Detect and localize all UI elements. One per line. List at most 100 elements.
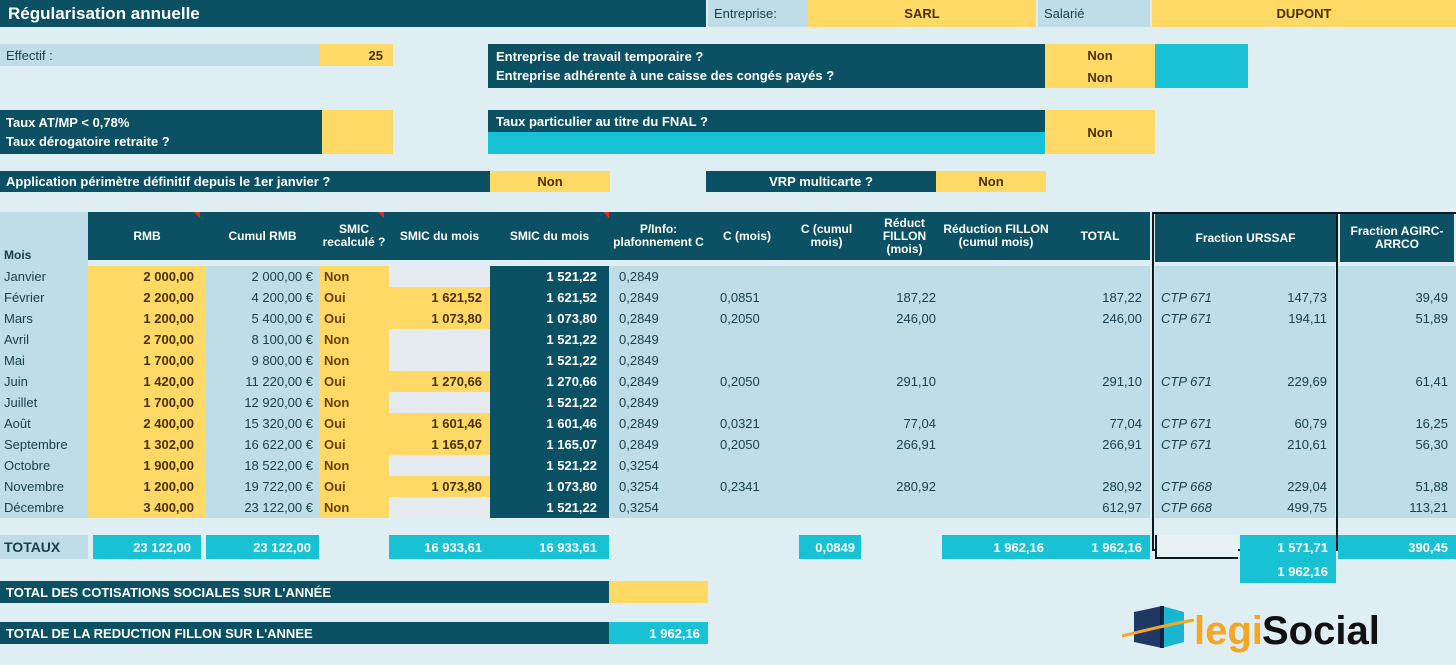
cell-smic-du-mois: 1 073,80 xyxy=(490,308,609,329)
cell-smic-du-mois-recalc: 1 073,80 xyxy=(389,308,490,329)
cell-c-mois: 0,0851 xyxy=(708,287,786,308)
cell-reduction-fillon-cumul xyxy=(942,497,1050,518)
perimetre-answer[interactable]: Non xyxy=(490,171,610,192)
cell-smic-du-mois-recalc xyxy=(389,455,490,476)
cell-rmb[interactable]: 2 000,00 xyxy=(88,266,206,287)
fnal-answer[interactable]: Non xyxy=(1045,110,1155,154)
cell-smic-recalcule[interactable]: Oui xyxy=(319,476,389,497)
cell-rmb[interactable]: 3 400,00 xyxy=(88,497,206,518)
effectif-label: Effectif : xyxy=(0,44,320,66)
cell-plafonnement-c: 0,2849 xyxy=(609,392,708,413)
col-header-reduct-fillon-mois: Réduct FILLON (mois) xyxy=(882,215,927,256)
cell-fraction-urssaf: 229,04 xyxy=(1240,476,1335,497)
cell-smic-recalcule[interactable]: Oui xyxy=(319,287,389,308)
cell-smic-recalcule[interactable]: Non xyxy=(319,350,389,371)
cell-smic-recalcule[interactable]: Oui xyxy=(319,371,389,392)
cell-rmb[interactable]: 2 200,00 xyxy=(88,287,206,308)
ett-spacer-teal xyxy=(1155,44,1248,88)
cell-c-mois: 0,2050 xyxy=(708,434,786,455)
cell-fraction-urssaf: 60,79 xyxy=(1240,413,1335,434)
cell-smic-recalcule[interactable]: Non xyxy=(319,455,389,476)
effectif-value[interactable]: 25 xyxy=(320,44,393,66)
cell-plafonnement-c: 0,2849 xyxy=(609,413,708,434)
col-header-mois: Mois xyxy=(4,247,32,262)
cell-fraction-urssaf: 210,61 xyxy=(1240,434,1335,455)
entreprise-label: Entreprise: xyxy=(708,0,808,27)
cell-smic-recalcule[interactable]: Non xyxy=(319,392,389,413)
cell-c-mois xyxy=(708,392,786,413)
cell-smic-du-mois-recalc: 1 270,66 xyxy=(389,371,490,392)
totaux-smic-mois: 16 933,61 xyxy=(490,535,609,559)
cell-smic-du-mois-recalc xyxy=(389,497,490,518)
cell-fraction-urssaf xyxy=(1240,392,1335,413)
cell-fraction-urssaf: 147,73 xyxy=(1240,287,1335,308)
cell-rmb[interactable]: 1 700,00 xyxy=(88,350,206,371)
cell-rmb[interactable]: 1 420,00 xyxy=(88,371,206,392)
cell-smic-recalcule[interactable]: Oui xyxy=(319,308,389,329)
cell-smic-du-mois: 1 521,22 xyxy=(490,392,609,413)
cell-cumul-rmb: 9 800,00 € xyxy=(206,350,319,371)
entreprise-value[interactable]: SARL xyxy=(808,0,1036,27)
cell-c-mois xyxy=(708,350,786,371)
cell-c-cumul xyxy=(786,371,867,392)
ett-answer-2[interactable]: Non xyxy=(1045,66,1155,88)
cell-c-mois: 0,2050 xyxy=(708,308,786,329)
cell-rmb[interactable]: 1 200,00 xyxy=(88,308,206,329)
cell-c-cumul xyxy=(786,434,867,455)
cell-cumul-rmb: 12 920,00 € xyxy=(206,392,319,413)
cell-fraction-urssaf xyxy=(1240,266,1335,287)
cell-plafonnement-c: 0,2849 xyxy=(609,371,708,392)
vrp-answer[interactable]: Non xyxy=(936,171,1046,192)
cell-month-name: Octobre xyxy=(0,455,88,476)
vrp-label: VRP multicarte ? xyxy=(706,171,936,192)
totaux-reduction-fillon-cumul: 1 962,16 xyxy=(942,535,1050,559)
cell-smic-recalcule[interactable]: Oui xyxy=(319,434,389,455)
cell-reduct-fillon-mois: 77,04 xyxy=(867,413,942,434)
cell-ctp-code: CTP 668 xyxy=(1155,497,1240,518)
cell-cumul-rmb: 15 320,00 € xyxy=(206,413,319,434)
cell-rmb[interactable]: 1 302,00 xyxy=(88,434,206,455)
ett-question-1: Entreprise de travail temporaire ? xyxy=(496,49,704,64)
cell-month-name: Février xyxy=(0,287,88,308)
cell-month-name: Septembre xyxy=(0,434,88,455)
totaux-total: 1 962,16 xyxy=(1050,535,1150,559)
cell-smic-du-mois-recalc: 1 073,80 xyxy=(389,476,490,497)
cell-ctp-code: CTP 671 xyxy=(1155,413,1240,434)
cell-reduct-fillon-mois: 266,91 xyxy=(867,434,942,455)
cell-smic-du-mois-recalc: 1 621,52 xyxy=(389,287,490,308)
legisocial-logo-icon: legi Social xyxy=(1121,606,1380,653)
cell-smic-du-mois-recalc: 1 601,46 xyxy=(389,413,490,434)
ett-answer-1[interactable]: Non xyxy=(1045,44,1155,66)
cell-reduct-fillon-mois xyxy=(867,350,942,371)
comment-marker-icon xyxy=(378,212,384,218)
cell-rmb[interactable]: 2 400,00 xyxy=(88,413,206,434)
cell-fraction-urssaf xyxy=(1240,455,1335,476)
cell-smic-recalcule[interactable]: Non xyxy=(319,497,389,518)
atmp-answer[interactable] xyxy=(322,110,393,154)
cell-smic-recalcule[interactable]: Non xyxy=(319,329,389,350)
cell-total: 280,92 xyxy=(1050,476,1150,497)
totaux-fraction-urssaf: 1 571,71 xyxy=(1240,535,1336,559)
cell-smic-recalcule[interactable]: Non xyxy=(319,266,389,287)
cell-cumul-rmb: 16 622,00 € xyxy=(206,434,319,455)
ett-question-2: Entreprise adhérente à une caisse des co… xyxy=(496,68,835,83)
cell-reduct-fillon-mois xyxy=(867,392,942,413)
total-cotisations-label: TOTAL DES COTISATIONS SOCIALES SUR L'ANN… xyxy=(0,581,609,603)
cell-ctp-code: CTP 671 xyxy=(1155,434,1240,455)
col-header-smic-du-mois-recalc: SMIC du mois xyxy=(399,228,480,243)
cell-rmb[interactable]: 1 200,00 xyxy=(88,476,206,497)
cell-c-cumul xyxy=(786,413,867,434)
cell-smic-recalcule[interactable]: Oui xyxy=(319,413,389,434)
cell-c-mois: 0,0321 xyxy=(708,413,786,434)
cell-month-name: Juin xyxy=(0,371,88,392)
cell-rmb[interactable]: 2 700,00 xyxy=(88,329,206,350)
cell-smic-du-mois: 1 521,22 xyxy=(490,266,609,287)
cell-fraction-urssaf xyxy=(1240,350,1335,371)
cell-cumul-rmb: 19 722,00 € xyxy=(206,476,319,497)
cell-reduct-fillon-mois xyxy=(867,497,942,518)
cell-total: 266,91 xyxy=(1050,434,1150,455)
cell-rmb[interactable]: 1 900,00 xyxy=(88,455,206,476)
salarie-value[interactable]: DUPONT xyxy=(1152,0,1456,27)
cell-rmb[interactable]: 1 700,00 xyxy=(88,392,206,413)
cell-total xyxy=(1050,455,1150,476)
